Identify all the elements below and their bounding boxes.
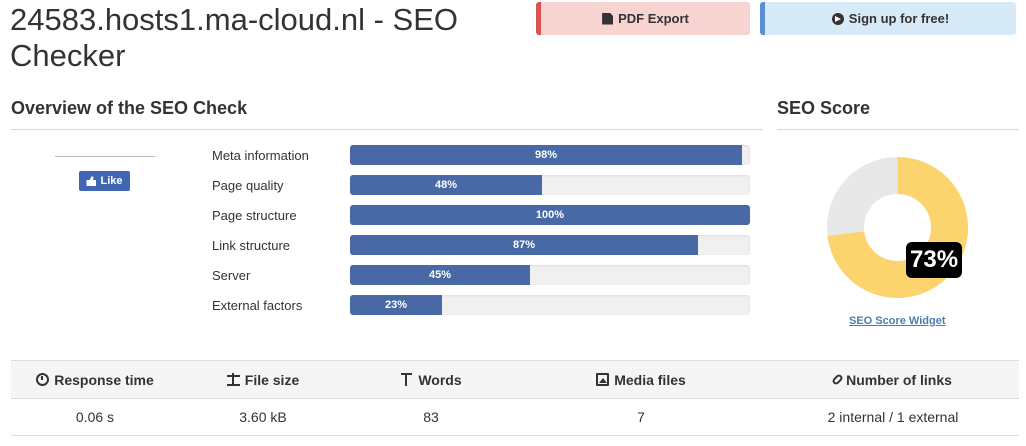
text-icon [400,373,413,386]
metric-label: External factors [212,297,303,313]
facebook-like-button[interactable]: Like [79,171,130,191]
stats-header-number-of-links: Number of links [767,361,1019,398]
metric-label: Server [212,267,251,283]
metric-bar-fill: 45% [350,265,530,285]
pdf-export-button[interactable]: PDF Export [536,2,750,35]
stats-value-row: 0.06 s 3.60 kB 83 7 2 internal / 1 exter… [11,399,1019,436]
metric-row: External factors 23% [212,295,750,315]
metric-bar-fill: 100% [350,205,750,225]
arrow-circle-right-icon [831,12,844,25]
metric-row: Page structure 100% [212,205,750,225]
stats-header-label: File size [244,371,300,388]
clock-icon [36,373,50,386]
media-files-value: 7 [637,409,645,425]
seo-score-donut [827,157,968,298]
stats-header-row: Response time File size Words Media file… [11,361,1019,399]
signup-button[interactable]: Sign up for free! [760,2,1016,35]
metric-bar-track: 45% [350,265,750,285]
stats-header-response-time: Response time [11,361,179,398]
file-size-value: 3.60 kB [239,409,287,425]
overview-divider [11,129,763,130]
page-title: 24583.hosts1.ma-cloud.nl - SEO Checker [10,2,459,73]
metric-bar-fill: 98% [350,145,742,165]
stats-header-label: Words [418,371,462,388]
stats-header-label: Number of links [846,371,952,388]
stats-header-file-size: File size [179,361,347,398]
metric-bar-fill: 23% [350,295,442,315]
pdf-export-label: PDF Export [618,11,689,26]
image-icon [596,373,610,386]
link-icon [831,373,844,386]
seo-score-value: 73% [906,242,963,278]
metric-bar-track: 48% [350,175,750,195]
like-label: Like [100,175,123,187]
stats-header-label: Response time [54,371,154,388]
words-value: 83 [423,409,439,425]
metric-bar-track: 100% [350,205,750,225]
metric-row: Meta information 98% [212,145,750,165]
metric-bar-fill: 48% [350,175,542,195]
metric-label: Meta information [212,147,309,163]
seo-score-heading: SEO Score [777,98,871,118]
stats-table: Response time File size Words Media file… [11,360,1019,436]
stats-header-words: Words [347,361,515,398]
metric-label: Page quality [212,177,284,193]
metric-label: Page structure [212,207,297,223]
stats-header-media-files: Media files [515,361,767,398]
metric-row: Page quality 48% [212,175,750,195]
thumbs-up-icon [86,176,97,186]
scale-icon [226,373,240,386]
stats-header-label: Media files [614,371,686,388]
metric-bar-track: 87% [350,235,750,255]
metric-bar-track: 98% [350,145,750,165]
signup-label: Sign up for free! [848,11,950,26]
metric-label: Link structure [212,237,291,253]
metric-bar-track: 23% [350,295,750,315]
overview-heading: Overview of the SEO Check [11,98,248,118]
metric-row: Server 45% [212,265,750,285]
response-time-value: 0.06 s [75,409,115,425]
score-divider [777,129,1019,130]
metric-row: Link structure 87% [212,235,750,255]
number-of-links-value: 2 internal / 1 external [827,409,959,425]
file-pdf-icon [602,12,614,25]
social-divider [55,156,155,157]
metric-bar-fill: 87% [350,235,698,255]
seo-score-widget-link[interactable]: SEO Score Widget [849,315,945,327]
